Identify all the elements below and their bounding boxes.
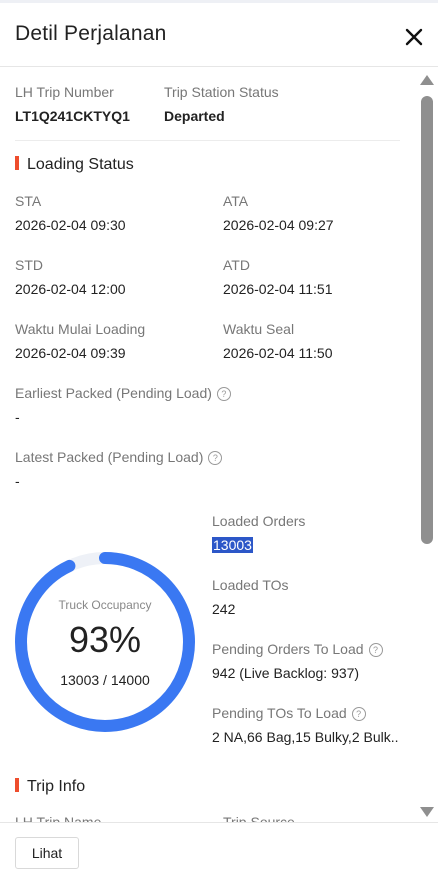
- seal-time-label: Waktu Seal: [223, 321, 295, 337]
- drawer-title: Detil Perjalanan: [15, 22, 167, 45]
- vertical-scrollbar[interactable]: [418, 70, 438, 822]
- pending-tos-value: 2 NA,66 Bag,15 Bulky,2 Bulk...: [212, 729, 398, 745]
- loaded-orders-selected-text: 13003: [212, 537, 253, 553]
- start-loading-label: Waktu Mulai Loading: [15, 321, 146, 337]
- lh-trip-number-value: LT1Q241CKTYQ1: [15, 108, 130, 124]
- latest-packed-label-text: Latest Packed (Pending Load): [15, 449, 204, 465]
- sta-label: STA: [15, 193, 42, 209]
- pending-orders-label-text: Pending Orders To Load: [212, 641, 364, 657]
- earliest-packed-label-text: Earliest Packed (Pending Load): [15, 385, 212, 401]
- seal-time-value: 2026-02-04 11:50: [223, 345, 333, 361]
- std-value: 2026-02-04 12:00: [15, 281, 126, 297]
- pending-tos-label-text: Pending TOs To Load: [212, 705, 347, 721]
- drawer-footer: Lihat: [0, 822, 438, 875]
- help-icon[interactable]: ?: [216, 387, 231, 401]
- atd-label: ATD: [223, 257, 250, 273]
- scroll-down-arrow-icon[interactable]: [420, 807, 434, 817]
- std-label: STD: [15, 257, 43, 273]
- close-icon[interactable]: [400, 23, 428, 51]
- pending-orders-label: Pending Orders To Load?: [212, 641, 383, 657]
- help-icon[interactable]: ?: [351, 707, 366, 721]
- loaded-orders-label: Loaded Orders: [212, 513, 306, 529]
- sta-value: 2026-02-04 09:30: [15, 217, 126, 233]
- loaded-tos-label: Loaded TOs: [212, 577, 289, 593]
- earliest-packed-value: -: [15, 409, 20, 425]
- trip-info-section-title: Trip Info: [15, 778, 85, 796]
- scrollbar-thumb[interactable]: [421, 96, 433, 544]
- loaded-orders-value: 13003: [212, 537, 253, 553]
- trip-source-label: Trip Source: [223, 814, 295, 822]
- loaded-tos-value: 242: [212, 601, 236, 617]
- help-icon[interactable]: ?: [368, 643, 383, 657]
- loading-status-section-title: Loading Status: [15, 156, 134, 174]
- scroll-up-arrow-icon[interactable]: [420, 75, 434, 85]
- start-loading-value: 2026-02-04 09:39: [15, 345, 126, 361]
- trip-station-status-label: Trip Station Status: [164, 84, 279, 100]
- loading-status-title-text: Loading Status: [27, 156, 134, 173]
- truck-occupancy-label: Truck Occupancy: [58, 598, 152, 612]
- drawer-header: Detil Perjalanan: [0, 3, 438, 67]
- view-button[interactable]: Lihat: [15, 837, 79, 869]
- truck-occupancy-percent: 93%: [68, 619, 142, 660]
- ata-value: 2026-02-04 09:27: [223, 217, 334, 233]
- section-accent-bar: [15, 778, 19, 792]
- lh-trip-name-label: LH Trip Name: [15, 814, 102, 822]
- lh-trip-number-label: LH Trip Number: [15, 84, 114, 100]
- latest-packed-value: -: [15, 473, 20, 489]
- latest-packed-label: Latest Packed (Pending Load)?: [15, 449, 223, 465]
- trip-info-title-text: Trip Info: [27, 778, 86, 795]
- drawer-body[interactable]: LH Trip Number LT1Q241CKTYQ1 Trip Statio…: [0, 68, 410, 822]
- section-accent-bar: [15, 156, 19, 170]
- truck-occupancy-ratio: 13003 / 14000: [60, 672, 150, 688]
- trip-station-status-value: Departed: [164, 108, 225, 124]
- ata-label: ATA: [223, 193, 249, 209]
- pending-orders-value: 942 (Live Backlog: 937): [212, 665, 360, 681]
- pending-tos-label: Pending TOs To Load?: [212, 705, 366, 721]
- earliest-packed-label: Earliest Packed (Pending Load)?: [15, 385, 231, 401]
- help-icon[interactable]: ?: [208, 451, 223, 465]
- atd-value: 2026-02-04 11:51: [223, 281, 333, 297]
- divider: [15, 140, 400, 141]
